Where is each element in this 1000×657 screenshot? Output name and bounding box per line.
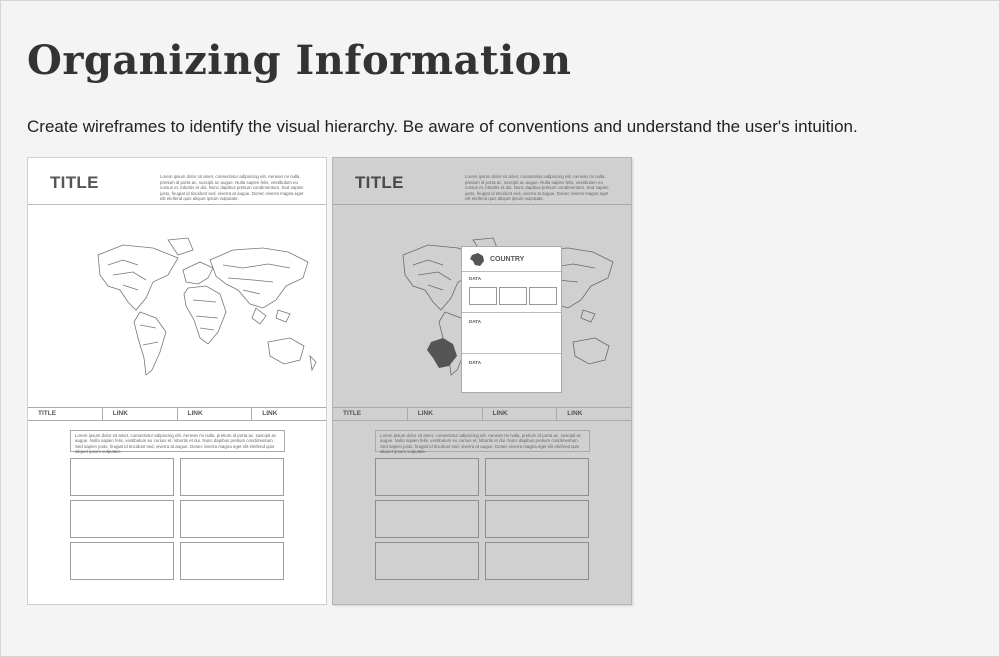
content-card [70,542,174,580]
content-card [485,542,589,580]
nav-link[interactable]: LINK [557,408,631,420]
content-card [70,458,174,496]
popup-data-label: DATA [469,276,482,281]
popup-divider [462,271,561,272]
wireframe-title: TITLE [50,173,99,192]
content-card [375,500,479,538]
wireframe-title: TITLE [355,173,404,192]
wireframe-header-text: Lorem ipsum dolor sit amet, consectetur … [465,174,609,202]
nav-title[interactable]: TITLE [28,408,103,420]
nav-link[interactable]: LINK [408,408,483,420]
nav-link[interactable]: LINK [252,408,326,420]
popup-data-label: DATA [469,360,482,365]
wireframe-plain: TITLE Lorem ipsum dolor sit amet, consec… [27,157,327,605]
content-card [180,542,284,580]
page-title: Organizing Information [27,37,572,84]
content-card [375,542,479,580]
header-divider [333,204,631,205]
country-flag-icon [470,253,484,266]
body-text-box: Lorem ipsum dolor sit amet, consectetur … [375,430,590,454]
page-subtitle: Create wireframes to identify the visual… [27,117,858,136]
nav-bar: TITLE LINK LINK LINK [28,407,326,421]
country-popup[interactable]: COUNTRY DATA DATA DATA [461,246,562,393]
wireframe-with-popup: TITLE Lorem ipsum dolor sit amet, consec… [332,157,632,605]
nav-title[interactable]: TITLE [333,408,408,420]
nav-link[interactable]: LINK [483,408,558,420]
highlighted-country [427,338,457,368]
content-card [180,500,284,538]
content-card [375,458,479,496]
content-card [70,500,174,538]
popup-divider [462,353,561,354]
popup-data-cell [499,287,527,305]
header-divider [28,204,326,205]
popup-divider [462,312,561,313]
content-card [485,458,589,496]
body-text-box: Lorem ipsum dolor sit amet, consectetur … [70,430,285,454]
content-card [180,458,284,496]
popup-data-cell [529,287,557,305]
popup-data-label: DATA [469,319,482,324]
nav-bar: TITLE LINK LINK LINK [333,407,631,421]
popup-data-cell [469,287,497,305]
nav-link[interactable]: LINK [178,408,253,420]
popup-country-name: COUNTRY [490,256,525,263]
content-card [485,500,589,538]
nav-link[interactable]: LINK [103,408,178,420]
world-map-icon [97,237,317,376]
wireframe-header-text: Lorem ipsum dolor sit amet, consectetur … [160,174,304,202]
